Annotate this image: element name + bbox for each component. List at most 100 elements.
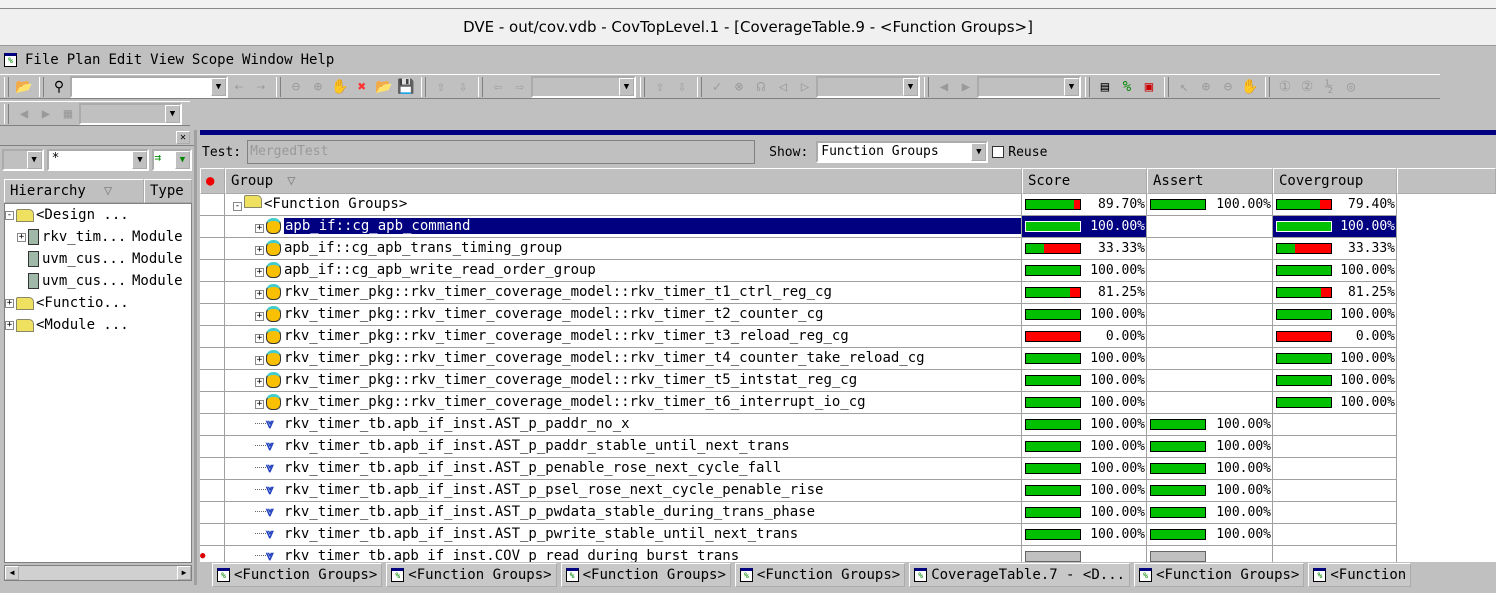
table-row[interactable]: + apb_if::cg_apb_command 100.00% 100.00% (200, 216, 1397, 238)
map-view-icon[interactable]: ▣ (1138, 77, 1160, 97)
nav-list-icon[interactable]: ▦ (57, 104, 79, 124)
open-db-icon[interactable]: 📂 (373, 77, 395, 97)
last-icon[interactable]: ▶ (955, 77, 977, 97)
toolbar-grip[interactable] (276, 76, 281, 97)
chevron-down-icon[interactable]: ▼ (971, 143, 987, 161)
ribbon-icon[interactable]: ☊ (750, 77, 772, 97)
nav-forward-icon[interactable]: ▶ (35, 104, 57, 124)
menu-window[interactable]: Window (238, 52, 297, 68)
tree-item[interactable]: + <Module ... (5, 314, 191, 336)
menu-edit[interactable]: Edit (104, 52, 146, 68)
table-row[interactable]: ⩔ rkv_timer_tb.apb_if_inst.AST_p_paddr_no… (200, 414, 1397, 436)
table-row[interactable]: - <Function Groups> 89.70% 100.00% 79.40% (200, 194, 1397, 216)
column-score[interactable]: Score (1022, 168, 1147, 194)
show-combo[interactable]: Function Groups ▼ (816, 141, 989, 163)
cancel-icon[interactable]: ⊗ (728, 77, 750, 97)
delete-icon[interactable]: ✖ (351, 77, 373, 97)
expand-icon[interactable]: - (5, 210, 14, 220)
toolbar-grip[interactable] (4, 103, 9, 124)
chevron-down-icon[interactable]: ▼ (619, 77, 634, 96)
window-tab[interactable]: % <Function Groups> (734, 563, 906, 587)
menu-help[interactable]: Help (297, 52, 339, 68)
expand-icon[interactable]: + (255, 290, 264, 299)
toolbar-grip[interactable] (39, 76, 44, 97)
table-row[interactable]: ⩔ rkv_timer_tb.apb_if_inst.AST_p_pwrite_s… (200, 524, 1397, 546)
forward-icon[interactable]: ⇨ (509, 77, 531, 97)
table-row[interactable]: + rkv_timer_pkg::rkv_timer_coverage_model… (200, 370, 1397, 392)
table-view-icon[interactable]: ▤ (1094, 77, 1116, 97)
toolbar-grip[interactable] (1164, 76, 1169, 97)
toolbar-grip[interactable] (421, 76, 426, 97)
window-tab[interactable]: % <Function Groups> (560, 563, 731, 587)
expand-icon[interactable]: + (255, 246, 264, 255)
expand-icon[interactable]: - (233, 202, 242, 211)
zoom-full-icon[interactable]: ◎ (1340, 77, 1362, 97)
toolbar-grip[interactable] (640, 76, 645, 97)
scroll-left-icon[interactable]: ◀ (5, 566, 19, 580)
toolbar-grip[interactable] (697, 76, 702, 97)
up-icon[interactable]: ⇧ (649, 77, 671, 97)
chevron-down-icon[interactable]: ▼ (211, 77, 226, 96)
hand-icon[interactable]: ✋ (329, 77, 351, 97)
nav-back-icon[interactable]: ◀ (13, 104, 35, 124)
item-combo[interactable]: ▼ (977, 75, 1081, 98)
expand-icon[interactable]: + (255, 312, 264, 321)
toolbar-grip[interactable] (4, 76, 9, 97)
zoom-out-icon[interactable]: ⊖ (1217, 77, 1239, 97)
test-field[interactable]: MergedTest (247, 140, 756, 164)
toolbar-grip[interactable] (1085, 76, 1090, 97)
column-hierarchy[interactable]: Hierarchy ▽ (4, 179, 144, 203)
tree-item[interactable]: - <Design ... (5, 204, 191, 226)
percent-view-icon[interactable]: % (1116, 77, 1138, 97)
history-combo[interactable]: ▼ (79, 102, 182, 125)
chevron-down-icon[interactable]: ▼ (1064, 77, 1079, 96)
column-type[interactable]: Type (144, 179, 192, 203)
table-row[interactable]: ⩔ rkv_timer_tb.apb_if_inst.AST_p_pwdata_s… (200, 502, 1397, 524)
table-row[interactable]: + rkv_timer_pkg::rkv_timer_coverage_model… (200, 348, 1397, 370)
table-row[interactable]: + apb_if::cg_apb_trans_timing_group 33.33%… (200, 238, 1397, 260)
table-row[interactable]: + apb_if::cg_apb_write_read_order_group 10… (200, 260, 1397, 282)
tree-item[interactable]: + <Functio... (5, 292, 191, 314)
zoom-2-icon[interactable]: ② (1296, 77, 1318, 97)
menu-scope[interactable]: Scope (188, 52, 238, 68)
chevron-down-icon[interactable]: ▼ (132, 151, 148, 169)
zoom-plus-icon[interactable]: ⊕ (307, 77, 329, 97)
table-row[interactable]: ⩔ rkv_timer_tb.apb_if_inst.AST_p_penable_… (200, 458, 1397, 480)
table-row[interactable]: + rkv_timer_pkg::rkv_timer_coverage_model… (200, 392, 1397, 414)
expand-icon[interactable]: + (5, 298, 14, 308)
expand-icon[interactable]: + (255, 356, 264, 365)
pointer-icon[interactable]: ↖ (1173, 77, 1195, 97)
close-icon[interactable]: ✕ (176, 131, 190, 144)
column-assert[interactable]: Assert (1147, 168, 1273, 194)
table-row[interactable]: + rkv_timer_pkg::rkv_timer_coverage_model… (200, 326, 1397, 348)
pan-icon[interactable]: ✋ (1239, 77, 1261, 97)
toolbar-grip[interactable] (478, 76, 483, 97)
window-tab[interactable]: % <Function Groups> (1134, 563, 1305, 587)
check-icon[interactable]: ✓ (706, 77, 728, 97)
window-tab[interactable]: % <Function (1308, 563, 1412, 587)
tree-item[interactable]: + rkv_tim... Module (5, 226, 191, 248)
menu-file[interactable]: File (21, 52, 63, 68)
table-row[interactable]: ● ⩔ rkv_timer_tb.apb_if_inst.COV_p_read_du… (200, 546, 1397, 562)
first-icon[interactable]: ◀ (933, 77, 955, 97)
tree-item[interactable]: uvm_cus... Module (5, 248, 191, 270)
zoom-fit-icon[interactable]: ① (1274, 77, 1296, 97)
window-tab[interactable]: % <Function Groups> (386, 563, 557, 587)
zoom-in-icon[interactable]: ⊕ (1195, 77, 1217, 97)
tree-item[interactable]: uvm_cus... Module (5, 270, 191, 292)
find-next-icon[interactable]: ⇢ (250, 77, 272, 97)
table-row[interactable]: ⩔ rkv_timer_tb.apb_if_inst.AST_p_paddr_st… (200, 436, 1397, 458)
zoom-minus-icon[interactable]: ⊖ (285, 77, 307, 97)
down-icon[interactable]: ⇩ (671, 77, 693, 97)
window-tab[interactable]: % <Function Groups> (212, 563, 383, 587)
horizontal-scrollbar[interactable]: ◀ ▶ (4, 565, 192, 581)
menu-view[interactable]: View (146, 52, 188, 68)
toolbar-grip[interactable] (924, 76, 929, 97)
find-prev-icon[interactable]: ⇠ (228, 77, 250, 97)
move-up-icon[interactable]: ⇧ (430, 77, 452, 97)
window-tab[interactable]: % CoverageTable.7 - <D... (909, 563, 1131, 587)
menu-plan[interactable]: Plan (63, 52, 105, 68)
next-exclude-icon[interactable]: ▷ (794, 77, 816, 97)
scroll-right-icon[interactable]: ▶ (177, 566, 191, 580)
filter-mode-combo[interactable]: ⇉ ▼ (152, 149, 192, 171)
